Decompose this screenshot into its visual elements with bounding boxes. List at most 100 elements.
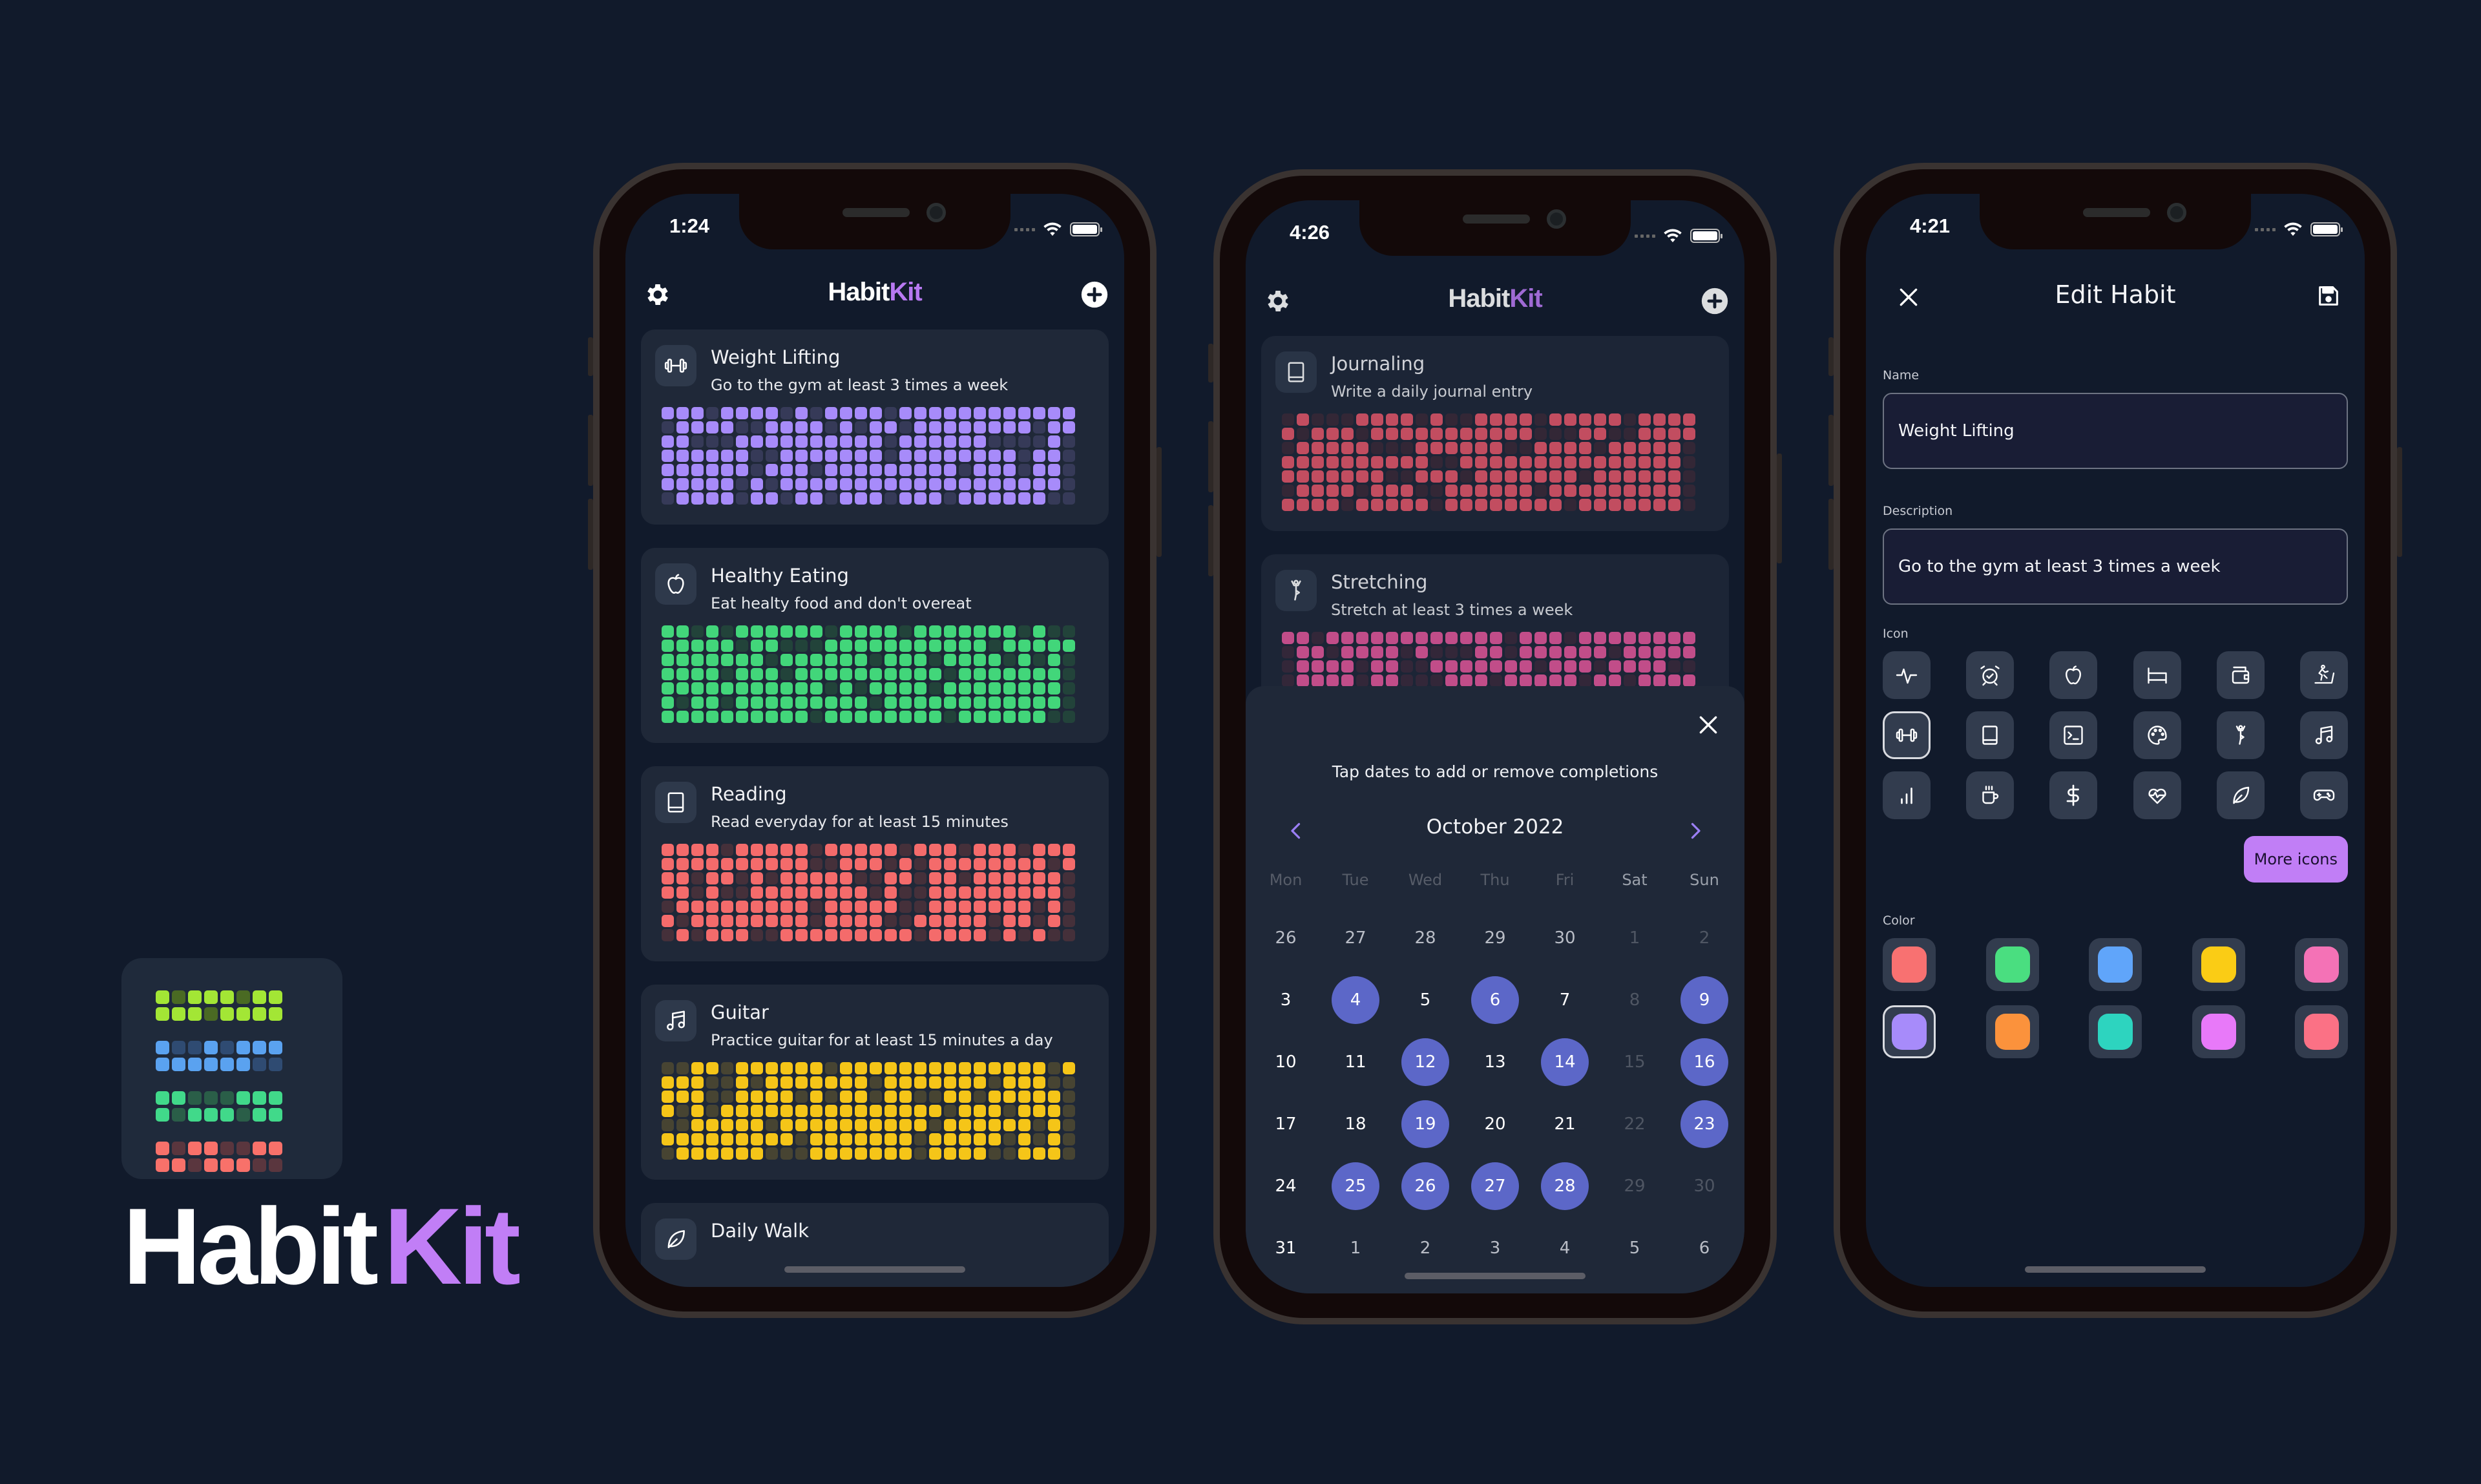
home-indicator[interactable] (1405, 1273, 1586, 1279)
calendar-day[interactable]: 13 (1460, 1031, 1530, 1093)
heatmap-cell-empty (1003, 435, 1016, 448)
heatmap-cell-empty (1430, 674, 1443, 687)
habit-card[interactable]: Reading Read everyday for at least 15 min… (641, 766, 1109, 961)
calendar-day-completed[interactable]: 28 (1530, 1155, 1600, 1217)
calendar-day: 28 (1414, 928, 1436, 948)
heatmap-cell-empty (885, 858, 897, 870)
plus-circle-icon[interactable] (1701, 287, 1729, 315)
calendar-day[interactable]: 11 (1321, 1031, 1390, 1093)
heatmap-cell-empty (1282, 674, 1294, 687)
heatmap-cell-done (751, 625, 763, 638)
calendar-day[interactable]: 17 (1251, 1093, 1321, 1155)
calendar-day-completed[interactable]: 4 (1321, 969, 1390, 1031)
heatmap-cell-empty (959, 464, 971, 476)
heatmap-cell-empty (1401, 442, 1413, 454)
heatmap-cell-done (662, 654, 674, 666)
color-option[interactable] (2295, 938, 2348, 991)
heatmap-cell-empty (1445, 413, 1458, 426)
habit-card[interactable]: Weight Lifting Go to the gym at least 3 t… (641, 329, 1109, 525)
heatmap-cell-done (780, 915, 793, 927)
heatmap-cell-done (855, 1076, 867, 1089)
icon-option[interactable] (2133, 651, 2181, 699)
calendar-day-completed[interactable]: 27 (1460, 1155, 1530, 1217)
logo-cell (220, 1108, 234, 1122)
icon-option[interactable] (2299, 651, 2348, 699)
calendar-day[interactable]: 10 (1251, 1031, 1321, 1093)
color-option-selected[interactable] (1883, 1005, 1936, 1058)
color-option[interactable] (1883, 938, 1936, 991)
icon-option[interactable] (2049, 711, 2098, 759)
heatmap-cell-done (1282, 470, 1294, 483)
calendar-day[interactable]: 21 (1530, 1093, 1600, 1155)
icon-option[interactable] (2216, 651, 2265, 699)
heatmap-cell-empty (1579, 674, 1591, 687)
calendar-day[interactable]: 31 (1251, 1217, 1321, 1279)
habit-card[interactable]: Guitar Practice guitar for at least 15 mi… (641, 985, 1109, 1180)
logo-cell (172, 1158, 185, 1172)
chevron-right-icon[interactable] (1684, 819, 1707, 842)
name-input[interactable] (1883, 393, 2348, 469)
icon-option-selected[interactable] (1883, 711, 1931, 759)
heatmap-cell-done (1505, 428, 1517, 440)
color-swatch (2304, 1014, 2339, 1050)
heatmap-cell-done (766, 1091, 778, 1103)
calendar-day-completed[interactable]: 16 (1670, 1031, 1739, 1093)
heatmap-cell-done (1018, 1147, 1031, 1160)
heatmap-cell-done (691, 464, 704, 476)
heatmap-cell-done (736, 844, 748, 856)
heatmap-cell-done (899, 1091, 912, 1103)
icon-option[interactable] (2133, 771, 2181, 819)
calendar-day[interactable]: 20 (1460, 1093, 1530, 1155)
calendar-day-completed[interactable]: 6 (1460, 969, 1530, 1031)
color-option[interactable] (2192, 1005, 2245, 1058)
icon-option[interactable] (2216, 711, 2265, 759)
icon-option[interactable] (2049, 771, 2098, 819)
icon-option[interactable] (1883, 651, 1931, 699)
heatmap-cell-done (899, 858, 912, 870)
home-indicator[interactable] (2025, 1266, 2206, 1273)
heatmap-cell-empty (1063, 435, 1075, 448)
close-icon[interactable] (1695, 712, 1721, 738)
color-option[interactable] (2089, 1005, 2142, 1058)
calendar-day[interactable]: 24 (1251, 1155, 1321, 1217)
icon-option[interactable] (2133, 711, 2181, 759)
calendar-day-completed[interactable]: 26 (1390, 1155, 1460, 1217)
calendar-day-completed[interactable]: 25 (1321, 1155, 1390, 1217)
calendar-day-completed[interactable]: 23 (1670, 1093, 1739, 1155)
plus-circle-icon[interactable] (1080, 280, 1109, 309)
icon-option[interactable] (1966, 711, 2015, 759)
color-option[interactable] (1985, 1005, 2039, 1058)
calendar-day[interactable]: 7 (1530, 969, 1600, 1031)
icon-option[interactable] (1966, 651, 2015, 699)
heatmap-cell-done (870, 1062, 882, 1074)
heatmap-cell-empty (1445, 456, 1458, 468)
color-option[interactable] (2089, 938, 2142, 991)
calendar-day[interactable]: 5 (1390, 969, 1460, 1031)
home-indicator[interactable] (784, 1266, 965, 1273)
icon-option[interactable] (2299, 771, 2348, 819)
calendar-day[interactable]: 3 (1251, 969, 1321, 1031)
calendar-day-completed[interactable]: 12 (1390, 1031, 1460, 1093)
calendar-day-completed[interactable]: 19 (1390, 1093, 1460, 1155)
calendar-day-completed[interactable]: 14 (1530, 1031, 1600, 1093)
calendar-day[interactable]: 18 (1321, 1093, 1390, 1155)
icon-option[interactable] (1966, 771, 2015, 819)
save-icon[interactable] (2316, 283, 2341, 309)
habit-card[interactable]: Daily Walk (641, 1203, 1109, 1287)
icon-option[interactable] (2299, 711, 2348, 759)
color-option[interactable] (1985, 938, 2039, 991)
color-option[interactable] (2295, 1005, 2348, 1058)
more-icons-button[interactable]: More icons (2243, 836, 2348, 883)
color-option[interactable] (2192, 938, 2245, 991)
habit-icon-box (655, 782, 696, 823)
calendar-day-completed[interactable]: 9 (1670, 969, 1739, 1031)
icon-option[interactable] (1883, 771, 1931, 819)
color-label: Color (1883, 914, 1915, 928)
icon-option[interactable] (2216, 771, 2265, 819)
description-input[interactable] (1883, 528, 2348, 605)
habit-card[interactable]: Healthy Eating Eat healty food and don't … (641, 548, 1109, 743)
heatmap-cell-done (1018, 872, 1031, 884)
habit-card[interactable]: Journaling Write a daily journal entry (1261, 336, 1729, 531)
icon-option[interactable] (2049, 651, 2098, 699)
heatmap-cell-done (989, 450, 1001, 462)
